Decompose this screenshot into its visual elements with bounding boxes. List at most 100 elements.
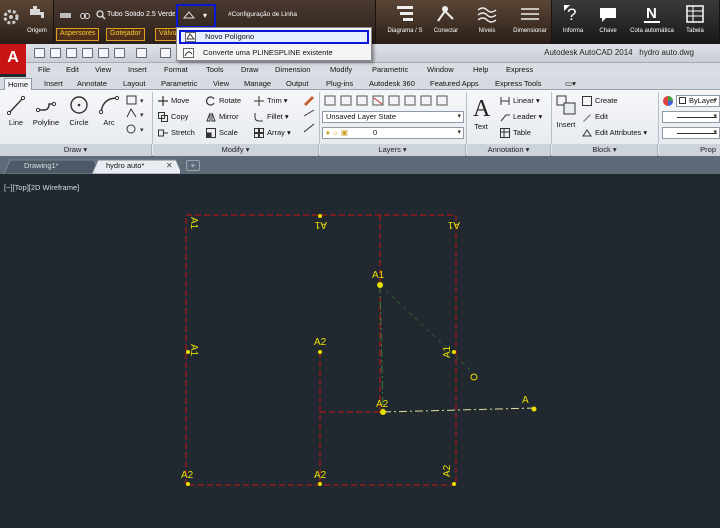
modify-panel-title[interactable]: Modify ▾ (153, 144, 319, 156)
save-icon[interactable] (66, 48, 77, 58)
node-bottom-left[interactable] (186, 482, 190, 486)
tab-manage[interactable]: Manage (241, 78, 274, 90)
layer-state-select[interactable]: Unsaved Layer State (322, 111, 464, 123)
arc-tool[interactable]: Arc (98, 94, 120, 127)
tab-home[interactable]: Home (4, 78, 33, 90)
annotation-table-tool[interactable]: Table (500, 127, 531, 139)
menu-modify[interactable]: Modify (330, 65, 352, 74)
origem-button[interactable]: Origem (22, 3, 52, 34)
properties-panel-title[interactable]: Prop (659, 144, 720, 156)
new-tab-icon[interactable]: + (186, 160, 200, 171)
rotate-tool[interactable]: Rotate (206, 95, 241, 107)
annotation-panel-title[interactable]: Annotation ▾ (467, 144, 551, 156)
mirror-tool[interactable]: Mirror (206, 111, 239, 123)
scale-tool[interactable]: Scale (206, 127, 238, 139)
menu-help[interactable]: Help (473, 65, 488, 74)
tag-gotejador[interactable]: Gotejador (106, 28, 145, 41)
autocad-logo-icon[interactable]: A (0, 44, 26, 74)
key-button[interactable]: Chave (594, 3, 622, 34)
node-sprinkler[interactable] (470, 373, 478, 381)
binoculars-icon[interactable] (80, 10, 90, 20)
node-bottom-mid[interactable] (318, 482, 322, 486)
tag-aspersores[interactable]: Aspersores (56, 28, 100, 41)
stretch-tool[interactable]: Stretch (158, 127, 195, 139)
menu-draw[interactable]: Draw (241, 65, 259, 74)
table-button[interactable]: Tabela (680, 3, 710, 34)
move-tool[interactable]: Move (158, 95, 189, 107)
redo-icon[interactable] (136, 48, 147, 58)
menu-window[interactable]: Window (427, 65, 454, 74)
undo-icon[interactable] (114, 48, 125, 58)
menu-item-convert-pline[interactable]: Converte uma PLINESPLINE existente (179, 46, 369, 60)
node-top-mid[interactable] (318, 214, 322, 218)
menu-file[interactable]: File (38, 65, 50, 74)
trim-tool[interactable]: Trim ▾ (254, 95, 288, 107)
plot-icon[interactable] (160, 48, 171, 58)
color-select[interactable]: ByLayer (676, 95, 720, 107)
diagram-button[interactable]: Diagrama / S (382, 3, 428, 34)
new-file-icon[interactable] (34, 48, 45, 58)
connect-button[interactable]: Conectar (428, 3, 464, 34)
info-button[interactable]: ? Informa (558, 3, 588, 34)
open-file-icon[interactable] (50, 48, 61, 58)
modify-extra-icons[interactable] (302, 94, 316, 142)
menu-edit[interactable]: Edit (66, 65, 79, 74)
levels-button[interactable]: Níveis (470, 3, 504, 34)
drawing-canvas[interactable]: A1 A1 A1 A1 A1 A1 A2 A2 A2 A2 A2 A (0, 174, 720, 528)
tab-plugins[interactable]: Plug-ins (323, 78, 356, 90)
menu-insert[interactable]: Insert (128, 65, 147, 74)
polyline-tool[interactable]: Polyline (30, 94, 62, 127)
create-block-tool[interactable]: Create (582, 95, 618, 107)
print-icon[interactable] (98, 48, 109, 58)
green-line-vertical[interactable] (379, 284, 384, 413)
tab-autodesk-360[interactable]: Autodesk 360 (366, 78, 418, 90)
close-tab-icon[interactable]: ✕ (166, 161, 173, 170)
tab-layout[interactable]: Layout (120, 78, 149, 90)
tab-express-tools[interactable]: Express Tools (492, 78, 545, 90)
tab-annotate[interactable]: Annotate (74, 78, 110, 90)
tab-view[interactable]: View (210, 78, 232, 90)
tab-insert[interactable]: Insert (41, 78, 66, 90)
pipe-select[interactable]: Tubo Sólido 2.5 Verde (107, 11, 175, 18)
tab-featured-apps[interactable]: Featured Apps (427, 78, 482, 90)
save-as-icon[interactable] (82, 48, 93, 58)
block-panel-title[interactable]: Block ▾ (552, 144, 658, 156)
array-tool[interactable]: Array ▾ (254, 127, 291, 139)
tab-output[interactable]: Output (283, 78, 312, 90)
line-config-label[interactable]: #Configuração de Linha (228, 11, 297, 18)
menu-dimension[interactable]: Dimension (275, 65, 310, 74)
node-end[interactable] (531, 406, 537, 412)
file-tab-hydro-auto[interactable]: hydro auto* (88, 159, 144, 173)
ribbon-options-icon[interactable]: ▭▾ (562, 78, 579, 90)
linear-dim-tool[interactable]: Linear ▾ (500, 95, 540, 107)
boundary-rectangle[interactable] (185, 214, 457, 486)
layer-tool-icons[interactable] (324, 94, 464, 108)
menu-tools[interactable]: Tools (206, 65, 224, 74)
lineweight-select[interactable] (662, 127, 720, 139)
menu-parametric[interactable]: Parametric (372, 65, 408, 74)
tag-valvula[interactable]: Válvu (155, 28, 177, 41)
leader-tool[interactable]: Leader ▾ (500, 111, 542, 123)
line-tool[interactable]: Line (6, 94, 26, 127)
menu-view[interactable]: View (95, 65, 111, 74)
copy-tool[interactable]: Copy (158, 111, 189, 123)
node-a1[interactable] (377, 282, 383, 288)
menu-express[interactable]: Express (506, 65, 533, 74)
node-bottom-right[interactable] (452, 482, 456, 486)
file-tab-drawing1[interactable]: Drawing1* (6, 159, 59, 173)
linetype-select[interactable] (662, 111, 720, 123)
menu-format[interactable]: Format (164, 65, 188, 74)
text-tool[interactable]: A Text (470, 94, 492, 131)
fillet-tool[interactable]: Fillet ▾ (254, 111, 289, 123)
menu-item-new-polygon[interactable]: Novo Polígono (179, 30, 369, 44)
draw-panel-title[interactable]: Draw ▾ (0, 144, 152, 156)
tab-parametric[interactable]: Parametric (158, 78, 200, 90)
insert-block-tool[interactable]: Insert (554, 94, 578, 129)
edit-block-tool[interactable]: Edit (582, 111, 608, 123)
sprinkler-line[interactable] (382, 407, 536, 413)
draw-extra-icons[interactable]: ▾ ▾ ▾ (126, 95, 148, 140)
edit-attributes-tool[interactable]: Edit Attributes ▾ (582, 127, 647, 139)
gear-icon[interactable] (2, 8, 20, 26)
node-center[interactable] (318, 350, 322, 354)
search-icon[interactable] (96, 10, 106, 20)
